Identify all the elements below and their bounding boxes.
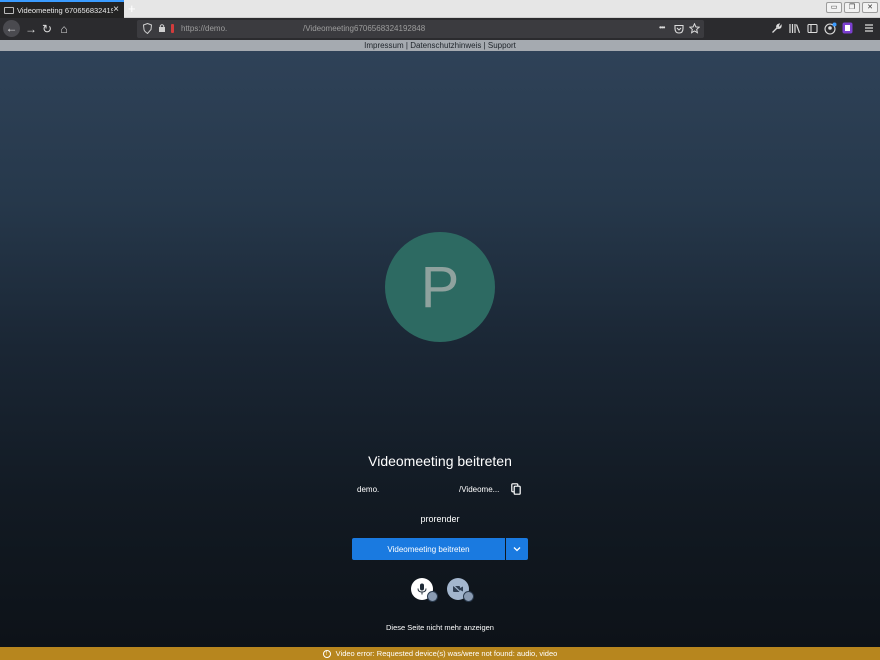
- tab-close-icon[interactable]: ×: [113, 4, 119, 15]
- sidebar-icon[interactable]: [807, 23, 818, 34]
- account-icon[interactable]: [824, 22, 837, 35]
- microphone-icon: [417, 583, 427, 595]
- reload-button[interactable]: ↻: [39, 21, 55, 37]
- page-actions-icon[interactable]: •••: [659, 23, 665, 32]
- microphone-button[interactable]: [411, 578, 438, 602]
- camera-button[interactable]: [447, 578, 474, 602]
- display-name[interactable]: prorender: [0, 514, 880, 524]
- wrench-icon[interactable]: [771, 23, 782, 34]
- video-favicon-icon: [4, 6, 14, 14]
- minimize-button[interactable]: ▭: [826, 2, 842, 13]
- meeting-url-start: demo.: [357, 485, 380, 494]
- error-notification-bar: ! Video error: Requested device(s) was/w…: [0, 647, 880, 660]
- prejoin-screen: P Videomeeting beitreten demo. /Videome.…: [0, 51, 880, 647]
- tracking-indicator-icon: [171, 24, 174, 33]
- menu-icon[interactable]: [864, 23, 874, 33]
- new-tab-button[interactable]: +: [128, 1, 136, 16]
- lock-icon[interactable]: [158, 23, 166, 33]
- copy-icon[interactable]: [511, 483, 521, 495]
- forward-button[interactable]: →: [23, 21, 39, 37]
- browser-tab[interactable]: Videomeeting 6706568324192848 ×: [0, 0, 124, 18]
- url-bar[interactable]: https://demo. /Videomeeting6706568324192…: [137, 20, 704, 38]
- camera-settings-badge[interactable]: [463, 591, 474, 602]
- url-path: /Videomeeting6706568324192848: [303, 24, 426, 33]
- url-host: https://demo.: [181, 24, 228, 33]
- shield-icon[interactable]: [143, 23, 152, 34]
- chevron-down-icon: [513, 547, 521, 552]
- info-icon: !: [322, 649, 331, 658]
- legal-links-bar[interactable]: Impressum | Datenschutzhinweis | Support: [0, 40, 880, 51]
- extension-icon[interactable]: [842, 22, 853, 34]
- join-meeting-button[interactable]: Videomeeting beitreten: [352, 538, 505, 560]
- back-button[interactable]: ←: [3, 20, 20, 37]
- dont-show-again-link[interactable]: Diese Seite nicht mehr anzeigen: [0, 623, 880, 632]
- tab-title: Videomeeting 6706568324192848: [17, 5, 113, 15]
- tab-strip: Videomeeting 6706568324192848 × + ▭ ❐ ✕: [0, 0, 880, 18]
- join-options-dropdown[interactable]: [506, 538, 528, 560]
- home-button[interactable]: ⌂: [56, 21, 72, 37]
- mic-settings-badge[interactable]: [427, 591, 438, 602]
- avatar: P: [385, 232, 495, 342]
- meeting-url-end: /Videome...: [459, 485, 500, 494]
- pocket-icon[interactable]: [674, 24, 684, 34]
- page-title: Videomeeting beitreten: [368, 453, 512, 469]
- library-icon[interactable]: [789, 23, 801, 34]
- bookmark-star-icon[interactable]: [689, 23, 700, 34]
- error-message: Video error: Requested device(s) was/wer…: [335, 649, 558, 658]
- close-window-button[interactable]: ✕: [862, 2, 878, 13]
- restore-button[interactable]: ❐: [844, 2, 860, 13]
- url-text[interactable]: https://demo. /Videomeeting6706568324192…: [181, 24, 425, 33]
- navigation-toolbar: ← → ↻ ⌂ https://demo. /Videomeeting67065…: [0, 18, 880, 40]
- camera-off-icon: [452, 584, 463, 594]
